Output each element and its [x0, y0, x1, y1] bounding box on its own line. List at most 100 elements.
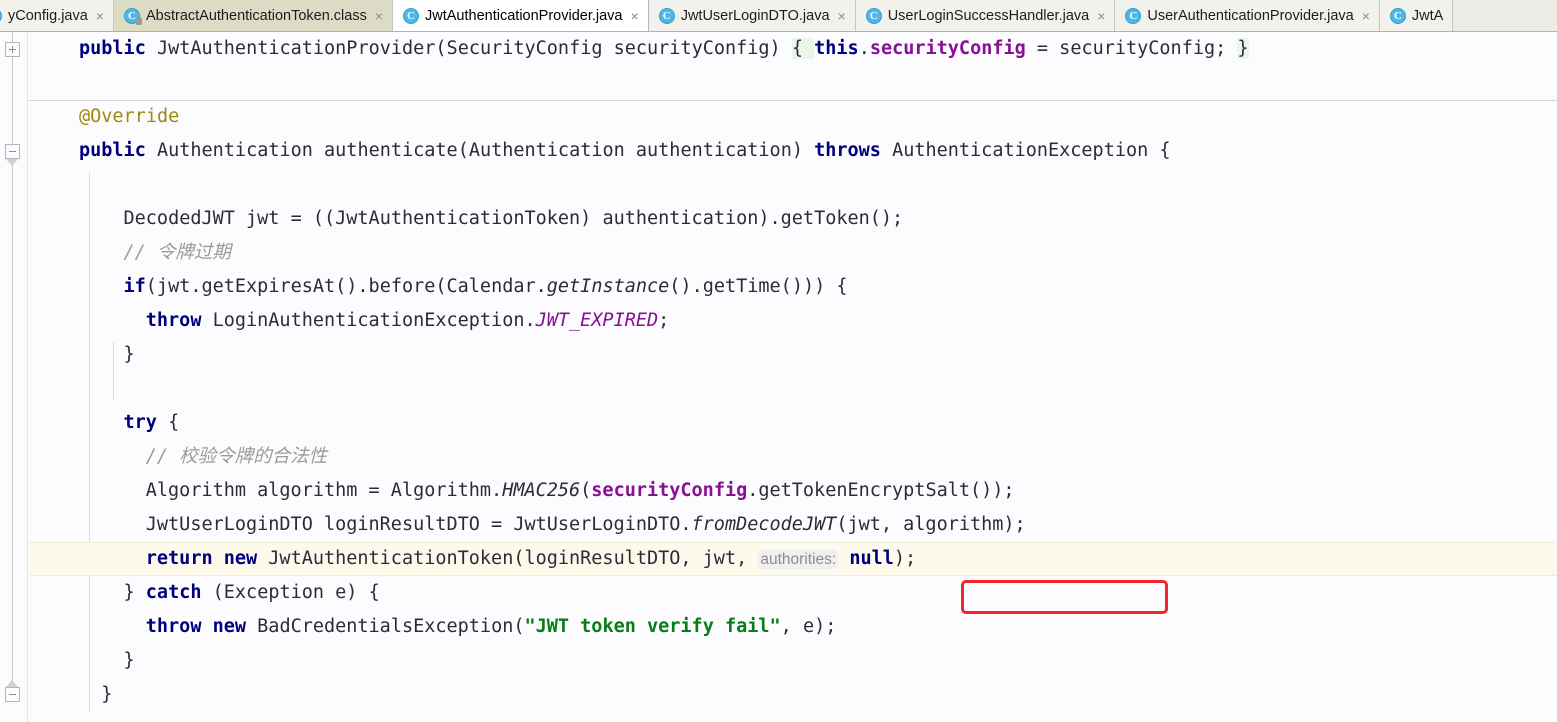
code-token: { — [791, 38, 815, 59]
code-token: ( — [580, 480, 592, 501]
code-token: } — [101, 684, 113, 705]
java-class-icon: C — [658, 7, 675, 24]
line-comment-expired[interactable]: // 令牌过期 — [29, 236, 1557, 270]
code-token: securityConfig — [869, 38, 1026, 59]
code-token: throw — [145, 310, 202, 331]
inlay-parameter-hint: authorities: — [758, 550, 839, 569]
code-token: . — [858, 38, 870, 59]
code-token: (jwt, algorithm); — [836, 514, 1026, 535]
code-token: } — [123, 582, 146, 603]
code-token: } — [123, 650, 135, 671]
editor-tab-label: yConfig.java — [8, 7, 88, 24]
code-token: try — [123, 412, 157, 433]
line-if-expired[interactable]: if(jwt.getExpiresAt().before(Calendar.ge… — [29, 270, 1557, 304]
code-token: } — [123, 344, 135, 365]
line-blank-1[interactable] — [29, 66, 1557, 100]
close-icon[interactable]: × — [1362, 9, 1370, 23]
line-override[interactable]: @Override — [29, 100, 1557, 134]
editor-tab-jwtauthenticationprovider-java[interactable]: C JwtAuthenticationProvider.java × — [393, 0, 649, 31]
line-blank-2[interactable] — [29, 168, 1557, 202]
line-close-try[interactable]: } — [29, 644, 1557, 678]
close-icon[interactable]: × — [631, 9, 639, 23]
code-token: Authentication authenticate(Authenticati… — [145, 140, 815, 161]
code-token: new — [212, 616, 247, 637]
line-close-method[interactable]: } — [29, 678, 1557, 712]
line-try[interactable]: try { — [29, 406, 1557, 440]
editor-gutter[interactable] — [0, 32, 28, 722]
code-token: throw — [145, 616, 202, 637]
code-token: , e); — [780, 616, 837, 637]
java-class-icon: C — [403, 7, 420, 24]
editor-tab-label: UserAuthenticationProvider.java — [1147, 7, 1354, 24]
code-token: { — [156, 412, 180, 433]
code-token: (jwt.getExpiresAt().before(Calendar. — [145, 276, 547, 297]
line-decoded-jwt[interactable]: DecodedJWT jwt = ((JwtAuthenticationToke… — [29, 202, 1557, 236]
close-icon[interactable]: × — [375, 9, 383, 23]
code-token: = securityConfig; — [1025, 38, 1238, 59]
code-token: catch — [145, 582, 202, 603]
fold-arrow-up-icon — [6, 680, 18, 687]
code-token: LoginAuthenticationException. — [201, 310, 536, 331]
code-token: BadCredentialsException( — [246, 616, 525, 637]
line-blank-3[interactable] — [29, 372, 1557, 406]
code-token: return — [145, 548, 213, 569]
line-login-result[interactable]: JwtUserLoginDTO loginResultDTO = JwtUser… — [29, 508, 1557, 542]
code-token: // 校验令牌的合法性 — [145, 446, 328, 467]
code-token: ().getTime())) { — [669, 276, 848, 297]
editor-tab-label: UserLoginSuccessHandler.java — [887, 7, 1090, 24]
java-class-locked-icon: C — [123, 7, 142, 25]
editor-tab-userloginsuccesshandler-java[interactable]: C UserLoginSuccessHandler.java × — [855, 0, 1116, 31]
fold-marker-expanded[interactable] — [5, 144, 20, 159]
code-token: AuthenticationException { — [880, 140, 1171, 161]
java-class-icon: C — [0, 7, 2, 24]
fold-marker-end[interactable] — [5, 687, 20, 702]
editor-tab-userauthenticationprovider-java[interactable]: C UserAuthenticationProvider.java × — [1115, 0, 1380, 31]
code-token: JwtAuthenticationProvider(SecurityConfig… — [145, 38, 792, 59]
line-close-if[interactable]: } — [29, 338, 1557, 372]
editor-tab-abstractauthenticationtoken-class[interactable]: C AbstractAuthenticationToken.class × — [113, 0, 394, 31]
code-token: if — [123, 276, 146, 297]
java-class-icon: C — [865, 7, 882, 24]
line-algorithm[interactable]: Algorithm algorithm = Algorithm.HMAC256(… — [29, 474, 1557, 508]
line-method-sig[interactable]: public Authentication authenticate(Authe… — [29, 134, 1557, 168]
fold-marker-collapsed[interactable] — [5, 42, 20, 57]
code-token: JwtAuthenticationToken(loginResultDTO, j… — [257, 548, 759, 569]
code-token: @Override — [79, 106, 180, 127]
close-icon[interactable]: × — [838, 9, 846, 23]
code-token: DecodedJWT jwt = ((JwtAuthenticationToke… — [123, 208, 904, 229]
code-token: Algorithm algorithm = Algorithm. — [145, 480, 503, 501]
code-token: .getTokenEncryptSalt()); — [747, 480, 1015, 501]
code-token: JwtUserLoginDTO loginResultDTO = JwtUser… — [145, 514, 692, 535]
code-text-area[interactable]: public JwtAuthenticationProvider(Securit… — [29, 32, 1557, 722]
code-token: ; — [658, 310, 670, 331]
code-token: // 令牌过期 — [123, 242, 231, 263]
code-token: fromDecodeJWT — [691, 514, 837, 535]
editor-tab-label: JwtUserLoginDTO.java — [680, 7, 830, 24]
line-comment-verify[interactable]: // 校验令牌的合法性 — [29, 440, 1557, 474]
code-token: getInstance — [546, 276, 670, 297]
editor-tab-jwta[interactable]: C JwtA — [1379, 0, 1454, 31]
code-token: HMAC256 — [502, 480, 581, 501]
fold-arrow-down-icon — [6, 159, 18, 166]
editor-tab-label: AbstractAuthenticationToken.class — [145, 7, 367, 24]
code-token: public — [79, 38, 146, 59]
editor-tab-jwtuserlogindto-java[interactable]: C JwtUserLoginDTO.java × — [648, 0, 856, 31]
line-throw-bad[interactable]: throw new BadCredentialsException("JWT t… — [29, 610, 1557, 644]
code-token: } — [1237, 38, 1249, 59]
editor-tab-yconfig-java[interactable]: CyConfig.java × — [0, 0, 114, 31]
close-icon[interactable]: × — [96, 9, 104, 23]
code-editor[interactable]: public JwtAuthenticationProvider(Securit… — [0, 32, 1557, 722]
line-constructor[interactable]: public JwtAuthenticationProvider(Securit… — [29, 32, 1557, 66]
line-return-token[interactable]: return new JwtAuthenticationToken(loginR… — [29, 542, 1557, 576]
editor-tab-label: JwtA — [1411, 7, 1444, 24]
code-token: this — [814, 38, 859, 59]
line-catch[interactable]: } catch (Exception e) { — [29, 576, 1557, 610]
code-token: securityConfig — [591, 480, 748, 501]
code-token: "JWT token verify fail" — [524, 616, 781, 637]
line-throw-expired[interactable]: throw LoginAuthenticationException.JWT_E… — [29, 304, 1557, 338]
java-class-icon: C — [1125, 7, 1142, 24]
close-icon[interactable]: × — [1097, 9, 1105, 23]
